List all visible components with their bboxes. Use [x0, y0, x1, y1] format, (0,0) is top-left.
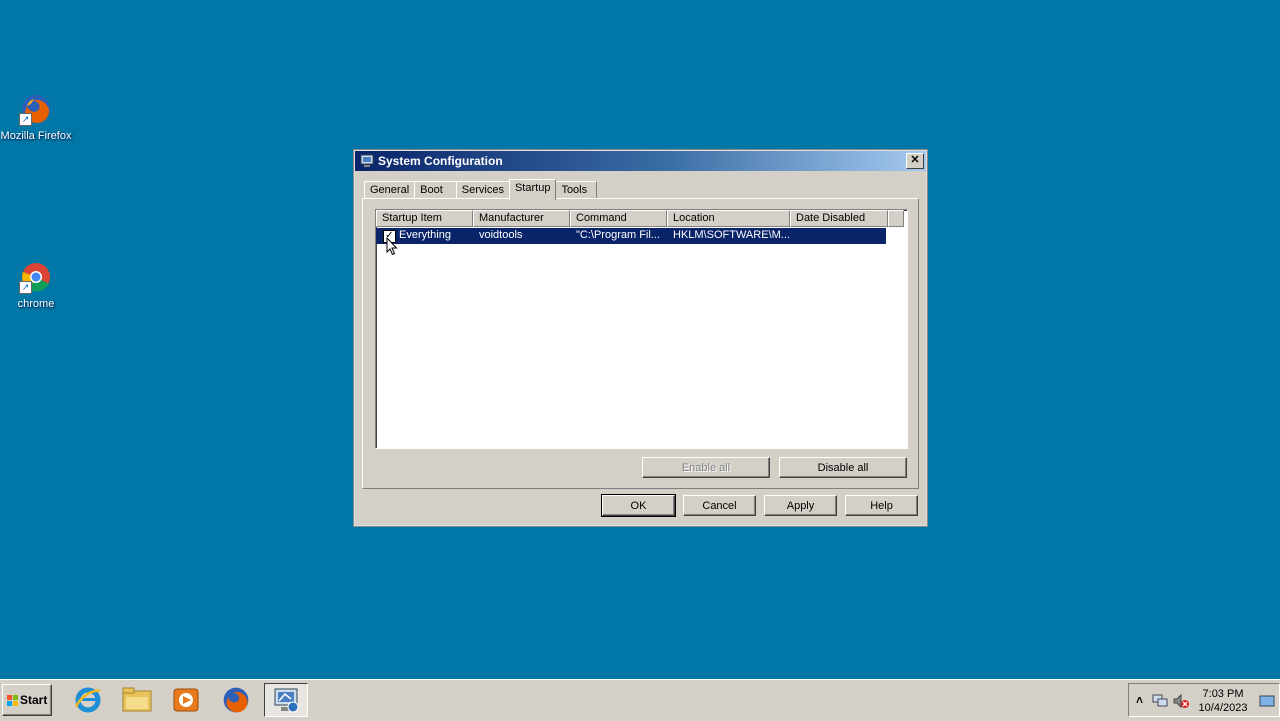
- tab-services[interactable]: Services: [455, 181, 510, 199]
- manufacturer-cell: voidtools: [473, 228, 570, 244]
- internet-explorer-icon: [74, 687, 101, 713]
- list-header: Startup Item Manufacturer Command Locati…: [376, 210, 907, 227]
- mouse-cursor-icon: [386, 237, 398, 256]
- startup-panel: Startup Item Manufacturer Command Locati…: [362, 198, 919, 489]
- system-configuration-icon: [274, 688, 299, 713]
- column-command[interactable]: Command: [570, 210, 667, 227]
- column-startup-item[interactable]: Startup Item: [376, 210, 473, 227]
- close-button[interactable]: ✕: [906, 153, 924, 169]
- taskbar-system-configuration[interactable]: [264, 683, 308, 717]
- tab-general[interactable]: General: [364, 181, 416, 199]
- startup-item-name: Everything: [399, 229, 451, 241]
- title-bar[interactable]: System Configuration: [355, 151, 926, 171]
- disable-all-button[interactable]: Disable all: [779, 457, 907, 478]
- taskbar-file-explorer[interactable]: [115, 683, 159, 717]
- network-icon[interactable]: [1152, 693, 1168, 709]
- command-cell: "C:\Program Fil...: [570, 228, 667, 244]
- column-manufacturer[interactable]: Manufacturer: [473, 210, 570, 227]
- tab-strip: General Boot Services Startup Tools: [364, 179, 598, 200]
- desktop-icon-chrome[interactable]: ↗ chrome: [0, 260, 72, 310]
- start-label: Start: [20, 693, 48, 707]
- tray-expand-icon[interactable]: ˄: [1136, 693, 1143, 707]
- column-location[interactable]: Location: [667, 210, 790, 227]
- volume-muted-icon[interactable]: [1173, 693, 1189, 709]
- desktop-icon-label: Mozilla Firefox: [0, 130, 72, 142]
- close-icon: ✕: [910, 154, 920, 166]
- notification-area: ˄ 7:03 PM 10/4/2023: [1128, 683, 1280, 717]
- desktop-icon-firefox[interactable]: ↗ Mozilla Firefox: [0, 92, 72, 142]
- tab-startup[interactable]: Startup: [508, 179, 557, 200]
- taskbar: Start ˄ 7:03 PM 10/4/2023: [0, 679, 1280, 721]
- window-title: System Configuration: [378, 154, 503, 168]
- windows-flag-icon: [7, 695, 18, 706]
- tab-boot[interactable]: Boot: [414, 181, 457, 199]
- start-button[interactable]: Start: [2, 684, 52, 716]
- column-date-disabled[interactable]: Date Disabled: [790, 210, 888, 227]
- firefox-icon: [223, 687, 249, 713]
- chrome-icon: ↗: [19, 260, 53, 294]
- cancel-button[interactable]: Cancel: [683, 495, 756, 516]
- startup-items-list[interactable]: Startup Item Manufacturer Command Locati…: [375, 209, 908, 449]
- apply-button[interactable]: Apply: [764, 495, 837, 516]
- taskbar-firefox[interactable]: [214, 683, 258, 717]
- file-explorer-icon: [122, 687, 152, 712]
- clock-date: 10/4/2023: [1198, 702, 1248, 714]
- system-configuration-window: System Configuration ✕ General Boot Serv…: [353, 149, 928, 527]
- clock[interactable]: 7:03 PM 10/4/2023: [1193, 687, 1253, 715]
- firefox-icon: ↗: [19, 92, 53, 126]
- location-cell: HKLM\SOFTWARE\M...: [667, 228, 790, 244]
- help-button[interactable]: Help: [845, 495, 918, 516]
- column-filler: [888, 210, 904, 227]
- tab-tools[interactable]: Tools: [555, 181, 598, 199]
- system-configuration-icon: [360, 154, 374, 167]
- table-row[interactable]: ✓ Everything voidtools "C:\Program Fil...…: [376, 228, 907, 244]
- date-disabled-cell: [790, 228, 886, 244]
- desktop-icon-label: chrome: [17, 298, 55, 310]
- clock-time: 7:03 PM: [1202, 688, 1244, 700]
- enable-all-button[interactable]: Enable all: [642, 457, 770, 478]
- ok-button[interactable]: OK: [601, 494, 676, 517]
- taskbar-internet-explorer[interactable]: [66, 683, 110, 717]
- taskbar-media-player[interactable]: [164, 683, 208, 717]
- show-desktop-icon[interactable]: [1259, 694, 1275, 708]
- media-player-icon: [173, 688, 199, 712]
